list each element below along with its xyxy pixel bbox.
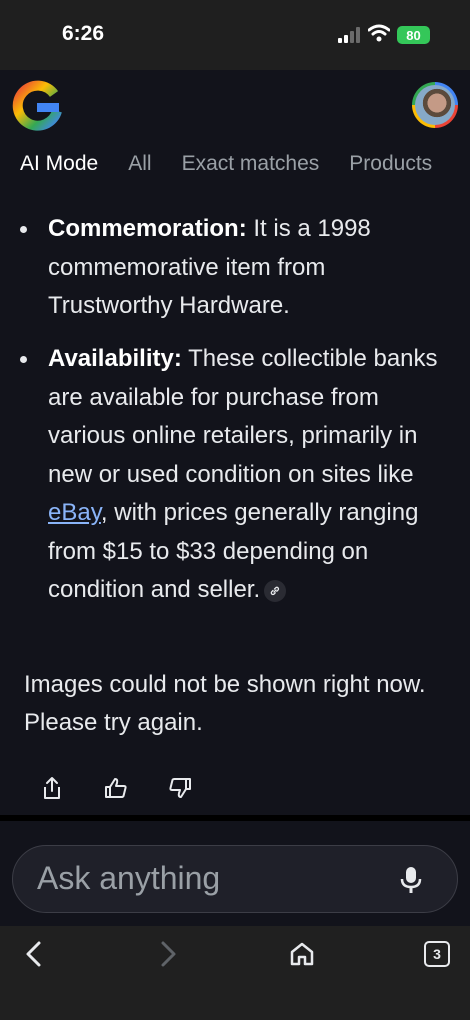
ask-input[interactable]: Ask anything	[12, 845, 458, 913]
link-icon[interactable]	[264, 579, 287, 602]
mic-icon[interactable]	[399, 866, 423, 894]
battery-level: 80	[406, 27, 421, 43]
thumbs-up-icon	[105, 778, 127, 798]
share-icon	[44, 777, 60, 799]
profile-avatar[interactable]	[412, 82, 458, 128]
tab-switcher-button[interactable]: 3	[424, 941, 450, 967]
bullet-dot	[20, 356, 27, 363]
status-bar: 6:26 80	[0, 0, 470, 70]
tab-all[interactable]: All	[128, 152, 151, 176]
tab-count: 3	[433, 946, 441, 962]
ebay-link[interactable]: eBay	[48, 499, 101, 526]
battery-indicator: 80	[397, 26, 430, 44]
bullet-text: , with prices generally ranging from $15…	[48, 499, 419, 603]
divider	[0, 815, 470, 821]
list-item: Availability: These collectible banks ar…	[20, 340, 450, 610]
forward-icon[interactable]	[156, 940, 180, 968]
back-icon[interactable]	[22, 940, 46, 968]
bullet-label: Availability:	[48, 345, 182, 372]
response-actions	[38, 774, 194, 802]
tab-products[interactable]: Products	[349, 152, 432, 176]
like-button[interactable]	[102, 774, 130, 802]
header: AI Mode All Exact matches Products	[0, 70, 470, 200]
search-tabs: AI Mode All Exact matches Products	[20, 152, 432, 176]
status-time: 6:26	[62, 22, 105, 45]
home-icon[interactable]	[288, 940, 316, 968]
google-logo-icon[interactable]	[10, 80, 64, 134]
list-item: Commemoration: It is a 1998 commemorativ…	[20, 210, 450, 326]
cellular-signal-icon	[338, 27, 360, 43]
tab-exact-matches[interactable]: Exact matches	[182, 152, 320, 176]
browser-toolbar: 3	[0, 926, 470, 1020]
bullet-label: Commemoration:	[48, 215, 247, 242]
bullet-dot	[20, 226, 27, 233]
wifi-icon	[368, 24, 390, 42]
share-button[interactable]	[38, 774, 66, 802]
error-message: Images could not be shown right now. Ple…	[24, 671, 426, 736]
tab-ai-mode[interactable]: AI Mode	[20, 152, 98, 176]
ask-placeholder: Ask anything	[37, 860, 221, 896]
thumbs-down-icon	[169, 778, 191, 798]
dislike-button[interactable]	[166, 774, 194, 802]
